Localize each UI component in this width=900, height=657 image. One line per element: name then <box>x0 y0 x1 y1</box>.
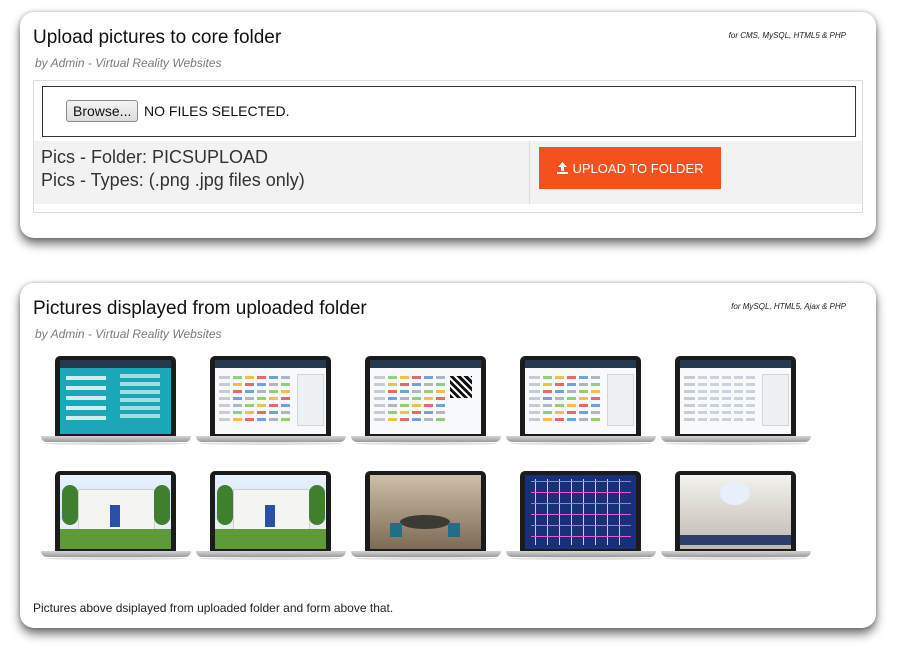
file-input[interactable]: Browse... NO FILES SELECTED. <box>42 86 856 137</box>
screen-image <box>60 360 171 434</box>
file-status: NO FILES SELECTED. <box>144 103 290 119</box>
gallery-card-tag: for MySQL, HTML5, Ajax & PHP <box>731 302 846 311</box>
upload-button-label: UPLOAD TO FOLDER <box>572 160 704 176</box>
laptop-screen <box>210 356 331 436</box>
laptop-screen <box>520 356 641 436</box>
gallery-picture <box>506 468 658 572</box>
gallery-card: Pictures displayed from uploaded folder … <box>20 283 876 628</box>
laptop-screen <box>365 471 486 551</box>
laptop-screen <box>55 471 176 551</box>
gallery-card-subtitle: by Admin - Virtual Reality Websites <box>35 327 222 341</box>
upload-form: Browse... NO FILES SELECTED. Pics - Fold… <box>33 80 863 213</box>
upload-icon <box>556 162 568 174</box>
laptop-shadow <box>355 442 497 445</box>
upload-card: Upload pictures to core folder by Admin … <box>20 12 876 238</box>
browse-button[interactable]: Browse... <box>66 100 139 122</box>
laptop-screen <box>675 356 796 436</box>
laptop-shadow <box>665 557 807 560</box>
laptop-shadow <box>510 442 652 445</box>
upload-to-folder-button[interactable]: UPLOAD TO FOLDER <box>539 147 721 189</box>
upload-card-subtitle: by Admin - Virtual Reality Websites <box>35 56 222 70</box>
screen-image <box>215 475 326 549</box>
laptop-screen <box>55 356 176 436</box>
laptop-screen <box>210 471 331 551</box>
laptop-shadow <box>665 442 807 445</box>
folder-line: Pics - Folder: PICSUPLOAD <box>41 147 269 167</box>
gallery-picture <box>196 353 348 457</box>
gallery-picture <box>351 468 503 572</box>
gallery-caption: Pictures above dsiplayed from uploaded f… <box>33 601 394 615</box>
types-line: Pics - Types: (.png .jpg files only) <box>41 170 305 190</box>
screen-image <box>525 475 636 549</box>
upload-button-panel: UPLOAD TO FOLDER <box>530 141 862 204</box>
gallery-card-title: Pictures displayed from uploaded folder <box>33 298 367 319</box>
screen-image <box>215 360 326 434</box>
laptop-shadow <box>355 557 497 560</box>
gallery-picture <box>41 468 193 572</box>
screen-image <box>680 360 791 434</box>
screen-image <box>60 475 171 549</box>
screen-image <box>370 360 481 434</box>
screen-image <box>680 475 791 549</box>
laptop-shadow <box>45 557 187 560</box>
laptop-screen <box>520 471 641 551</box>
gallery-picture <box>41 353 193 457</box>
laptop-shadow <box>510 557 652 560</box>
upload-card-title: Upload pictures to core folder <box>33 27 282 48</box>
screen-image <box>370 475 481 549</box>
laptop-shadow <box>45 442 187 445</box>
gallery-picture <box>351 353 503 457</box>
gallery-picture <box>196 468 348 572</box>
screen-image <box>525 360 636 434</box>
upload-card-tag: for CMS, MySQL, HTML5 & PHP <box>728 31 846 40</box>
laptop-screen <box>365 356 486 436</box>
laptop-shadow <box>200 442 342 445</box>
gallery-picture <box>506 353 658 457</box>
laptop-screen <box>675 471 796 551</box>
gallery-picture <box>661 353 813 457</box>
laptop-shadow <box>200 557 342 560</box>
folder-info: Pics - Folder: PICSUPLOAD Pics - Types: … <box>34 141 530 204</box>
gallery-picture <box>661 468 813 572</box>
